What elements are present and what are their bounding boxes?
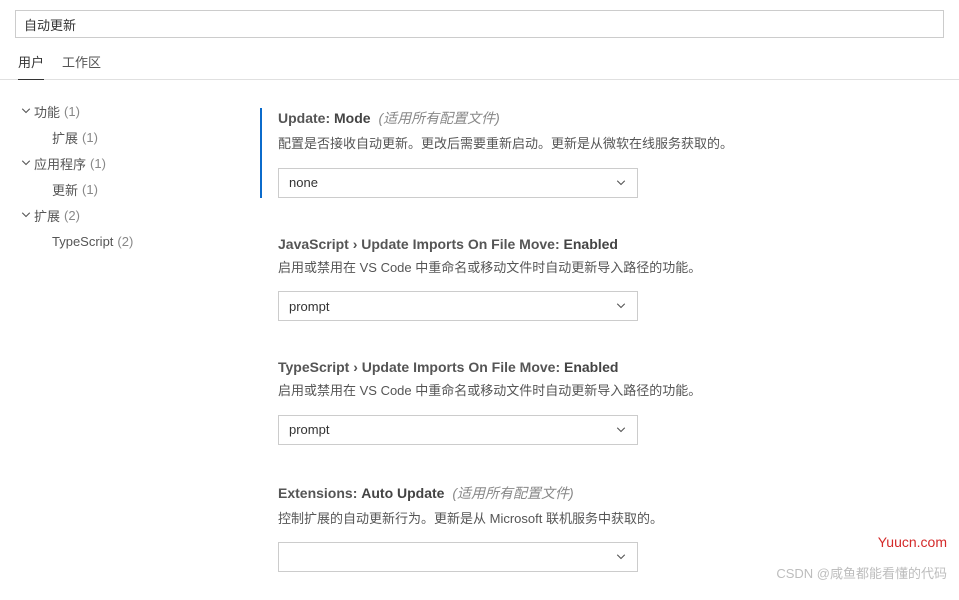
chevron-down-icon: [615, 300, 627, 312]
setting-title: Extensions: Auto Update (适用所有配置文件): [278, 483, 919, 503]
settings-toc: 功能 (1) 扩展 (1) 应用程序 (1) 更新 (1) 扩展 (2) Typ…: [0, 80, 250, 590]
setting-js-update-imports: JavaScript › Update Imports On File Move…: [260, 236, 919, 322]
toc-item-extensions-sub[interactable]: 扩展 (1): [18, 124, 240, 150]
tab-workspace[interactable]: 工作区: [62, 52, 101, 80]
setting-title: TypeScript › Update Imports On File Move…: [278, 359, 919, 375]
setting-description: 配置是否接收自动更新。更改后需要重新启动。更新是从微软在线服务获取的。: [278, 134, 919, 154]
toc-label: 更新: [52, 180, 78, 199]
settings-list: Update: Mode (适用所有配置文件) 配置是否接收自动更新。更改后需要…: [250, 80, 959, 590]
toc-label: 扩展: [52, 128, 78, 147]
tab-user[interactable]: 用户: [18, 52, 44, 80]
setting-crumb: JavaScript › Update Imports On File Move…: [278, 236, 564, 252]
toc-count: (1): [82, 130, 98, 145]
chevron-down-icon: [615, 551, 627, 563]
setting-select-ts-update-imports[interactable]: prompt: [278, 415, 638, 445]
setting-scope: (适用所有配置文件): [452, 485, 573, 501]
setting-description: 启用或禁用在 VS Code 中重命名或移动文件时自动更新导入路径的功能。: [278, 381, 919, 401]
setting-extensions-auto-update: Extensions: Auto Update (适用所有配置文件) 控制扩展的…: [260, 483, 919, 573]
toc-item-update[interactable]: 更新 (1): [18, 176, 240, 202]
setting-crumb: TypeScript › Update Imports On File Move…: [278, 359, 564, 375]
setting-name: Enabled: [564, 359, 618, 375]
setting-scope: (适用所有配置文件): [378, 110, 499, 126]
toc-count: (2): [64, 208, 80, 223]
watermark-author: CSDN @咸鱼都能看懂的代码: [776, 563, 947, 582]
setting-crumb: Extensions:: [278, 485, 361, 501]
setting-description: 启用或禁用在 VS Code 中重命名或移动文件时自动更新导入路径的功能。: [278, 258, 919, 278]
chevron-down-icon: [18, 157, 34, 169]
setting-select-update-mode[interactable]: none: [278, 168, 638, 198]
toc-item-extensions[interactable]: 扩展 (2): [18, 202, 240, 228]
chevron-down-icon: [18, 209, 34, 221]
toc-count: (2): [117, 234, 133, 249]
select-value: prompt: [289, 299, 329, 314]
toc-label: 应用程序: [34, 154, 86, 173]
setting-title: JavaScript › Update Imports On File Move…: [278, 236, 919, 252]
setting-select-extensions-auto-update[interactable]: [278, 542, 638, 572]
toc-count: (1): [90, 156, 106, 171]
setting-name: Enabled: [564, 236, 618, 252]
toc-item-application[interactable]: 应用程序 (1): [18, 150, 240, 176]
setting-crumb: Update:: [278, 110, 334, 126]
toc-item-features[interactable]: 功能 (1): [18, 98, 240, 124]
toc-count: (1): [64, 104, 80, 119]
settings-search-input[interactable]: [15, 10, 944, 38]
toc-count: (1): [82, 182, 98, 197]
setting-title: Update: Mode (适用所有配置文件): [278, 108, 919, 128]
toc-item-typescript[interactable]: TypeScript (2): [18, 228, 240, 254]
setting-name: Auto Update: [361, 485, 444, 501]
select-value: prompt: [289, 422, 329, 437]
watermark-site: Yuucn.com: [878, 534, 947, 550]
toc-label: TypeScript: [52, 234, 113, 249]
settings-scope-tabs: 用户 工作区: [0, 38, 959, 80]
chevron-down-icon: [615, 424, 627, 436]
setting-description: 控制扩展的自动更新行为。更新是从 Microsoft 联机服务中获取的。: [278, 509, 919, 529]
setting-select-js-update-imports[interactable]: prompt: [278, 291, 638, 321]
setting-update-mode: Update: Mode (适用所有配置文件) 配置是否接收自动更新。更改后需要…: [260, 108, 919, 198]
select-value: none: [289, 175, 318, 190]
chevron-down-icon: [615, 177, 627, 189]
chevron-down-icon: [18, 105, 34, 117]
setting-ts-update-imports: TypeScript › Update Imports On File Move…: [260, 359, 919, 445]
toc-label: 扩展: [34, 206, 60, 225]
toc-label: 功能: [34, 102, 60, 121]
setting-name: Mode: [334, 110, 371, 126]
